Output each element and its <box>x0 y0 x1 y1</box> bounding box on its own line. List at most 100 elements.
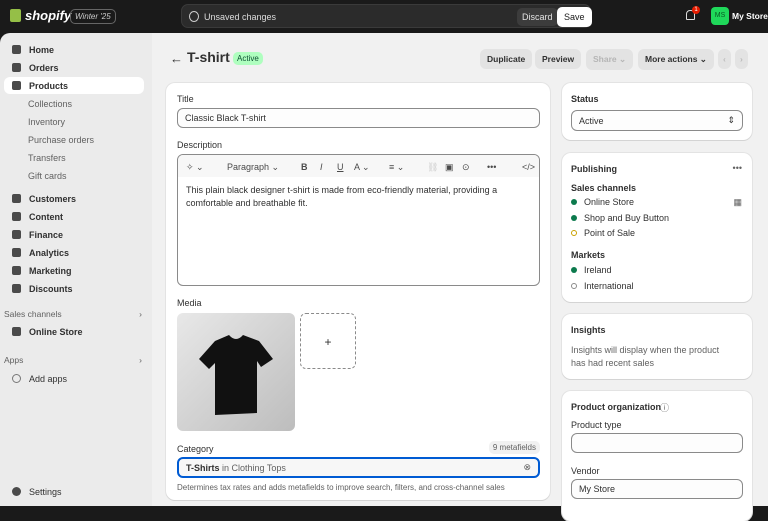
underline-icon[interactable]: U <box>337 162 344 172</box>
edition-badge: Winter '25 <box>70 9 116 24</box>
channel-name: Online Store <box>584 197 635 207</box>
product-image[interactable] <box>177 313 295 431</box>
sales-channels-section[interactable]: Sales channels › <box>4 309 142 319</box>
paragraph-select[interactable]: Paragraph ⌄ <box>227 162 279 173</box>
align-icon[interactable]: ≡ ⌄ <box>389 162 404 173</box>
media-label: Media <box>177 298 202 308</box>
more-icon[interactable]: ••• <box>487 162 496 172</box>
metafields-badge[interactable]: 9 metafields <box>488 441 540 454</box>
insights-card: Insights Insights will display when the … <box>562 314 752 379</box>
section-label: Apps <box>4 355 24 365</box>
unsaved-text: Unsaved changes <box>204 12 277 22</box>
published-dot <box>571 267 577 273</box>
market-ireland: Ireland <box>571 265 612 275</box>
target-icon <box>12 266 21 275</box>
bold-icon[interactable]: B <box>301 162 308 172</box>
code-icon[interactable]: </> <box>522 162 535 172</box>
sidebar-item-analytics[interactable]: Analytics <box>4 244 144 261</box>
select-arrows-icon: ⇕ <box>727 115 735 125</box>
sidebar-item-products[interactable]: Products <box>4 77 144 94</box>
market-international: International <box>571 281 634 291</box>
store-name[interactable]: My Store <box>732 11 768 21</box>
product-type-input[interactable] <box>571 433 743 453</box>
sidebar-item-online-store[interactable]: Online Store <box>4 323 144 340</box>
next-product-button[interactable]: › <box>735 49 748 69</box>
discard-button[interactable]: Discard <box>517 8 558 26</box>
duplicate-button[interactable]: Duplicate <box>480 49 533 69</box>
markets-label: Markets <box>571 250 606 260</box>
description-editor[interactable]: ✧ ⌄ Paragraph ⌄ B I U A ⌄ ≡ ⌄ ⛓ ▣ ⊙ ••• … <box>177 154 540 286</box>
status-title: Status <box>571 94 599 104</box>
plus-circle-icon <box>12 374 21 383</box>
market-name: International <box>584 281 634 291</box>
sidebar-item-customers[interactable]: Customers <box>4 190 144 207</box>
tshirt-image <box>199 335 273 415</box>
sidebar-item-collections[interactable]: Collections <box>4 95 144 112</box>
info-icon[interactable]: ⓘ <box>660 401 669 414</box>
sidebar-item-inventory[interactable]: Inventory <box>4 113 144 130</box>
insights-text: Insights will display when the product h… <box>571 345 720 368</box>
sidebar-item-content[interactable]: Content <box>4 208 144 225</box>
channel-name: Shop and Buy Button <box>584 213 670 223</box>
publishing-title: Publishing <box>571 164 617 174</box>
sidebar-item-transfers[interactable]: Transfers <box>4 149 144 166</box>
status-select[interactable]: Active ⇕ <box>571 110 743 131</box>
image-icon[interactable]: ▣ <box>445 162 454 173</box>
publishing-menu-icon[interactable]: ••• <box>733 163 742 173</box>
bank-icon <box>12 230 21 239</box>
sidebar-item-finance[interactable]: Finance <box>4 226 144 243</box>
sidebar-item-orders[interactable]: Orders <box>4 59 144 76</box>
sidebar-item-home[interactable]: Home <box>4 41 144 58</box>
organization-title: Product organization <box>571 402 661 412</box>
sidebar-item-settings[interactable]: Settings <box>4 483 144 500</box>
title-input[interactable]: Classic Black T-shirt <box>177 108 540 128</box>
notification-count: 1 <box>692 6 700 14</box>
description-label: Description <box>177 140 223 150</box>
vendor-input[interactable]: My Store <box>571 479 743 499</box>
publishing-card: Publishing ••• Sales channels ▦ Online S… <box>562 153 752 302</box>
category-parent: in Clothing Tops <box>219 462 286 473</box>
nav-label: Home <box>29 44 55 55</box>
nav-label: Orders <box>29 62 59 73</box>
more-actions-button[interactable]: More actions ⌄ <box>638 49 714 70</box>
preview-button[interactable]: Preview <box>535 49 582 69</box>
nav-label: Add apps <box>29 373 68 384</box>
nav-label: Finance <box>29 229 64 240</box>
sidebar-item-marketing[interactable]: Marketing <box>4 262 144 279</box>
share-button[interactable]: Share ⌄ <box>586 49 634 70</box>
unpublished-dot <box>571 283 577 289</box>
clear-icon[interactable]: ⊗ <box>523 462 531 473</box>
sidebar-item-gift-cards[interactable]: Gift cards <box>4 167 144 184</box>
category-help: Determines tax rates and adds metafields… <box>177 483 505 492</box>
status-badge: Active <box>233 52 263 65</box>
apps-section[interactable]: Apps › <box>4 355 142 365</box>
category-input[interactable]: T-Shirts in Clothing Tops ⊗ <box>177 457 540 478</box>
sidebar-item-add-apps[interactable]: Add apps <box>4 370 144 387</box>
unsaved-bar: Unsaved changes Discard Save <box>181 4 592 28</box>
avatar[interactable]: MS <box>711 7 729 25</box>
add-media-button[interactable]: + <box>300 313 356 369</box>
page-title: T-shirt <box>187 49 230 65</box>
gear-icon <box>12 487 21 496</box>
italic-icon[interactable]: I <box>320 162 323 172</box>
sidebar-item-purchase-orders[interactable]: Purchase orders <box>4 131 144 148</box>
text-color-icon[interactable]: A ⌄ <box>354 162 370 173</box>
orders-icon <box>12 63 21 72</box>
shopify-logo[interactable]: shopify <box>10 8 71 23</box>
published-dot <box>571 215 577 221</box>
save-button[interactable]: Save <box>557 7 592 27</box>
top-bar: shopify Winter '25 Unsaved changes Disca… <box>0 0 768 33</box>
product-type-label: Product type <box>571 420 622 430</box>
category-value: T-Shirts <box>186 462 220 473</box>
section-label: Sales channels <box>4 309 62 319</box>
previous-product-button[interactable]: ‹ <box>718 49 731 69</box>
sidebar-item-discounts[interactable]: Discounts <box>4 280 144 297</box>
nav-label: Online Store <box>29 326 83 337</box>
channel-name: Point of Sale <box>584 228 636 238</box>
calendar-icon[interactable]: ▦ <box>733 197 742 208</box>
link-icon[interactable]: ⛓ <box>427 162 438 173</box>
back-arrow-icon[interactable]: ← <box>170 51 183 66</box>
video-icon[interactable]: ⊙ <box>462 162 470 173</box>
chevron-right-icon: › <box>139 309 142 319</box>
magic-icon[interactable]: ✧ ⌄ <box>186 162 204 173</box>
